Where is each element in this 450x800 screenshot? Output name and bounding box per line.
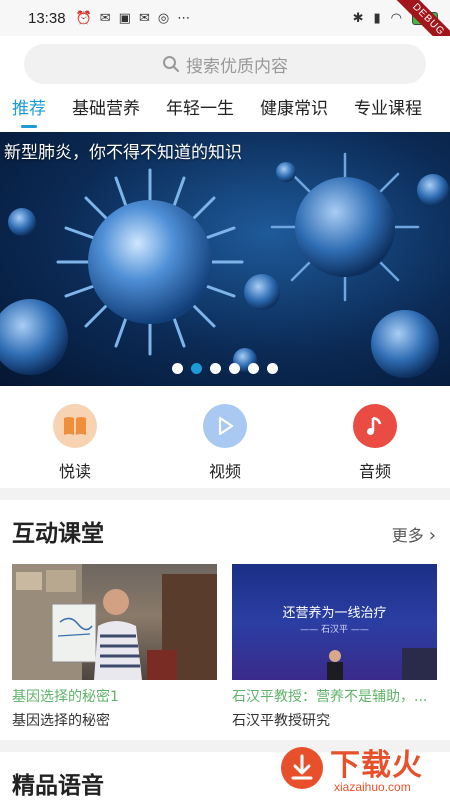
- category-tabs: 推荐 基础营养 年轻一生 健康常识 专业课程: [0, 92, 450, 132]
- section-header: 互动课堂 更多 ›: [0, 500, 450, 560]
- section-title: 精品语音: [12, 773, 104, 799]
- search-placeholder: 搜索优质内容: [186, 56, 288, 77]
- carousel-dot-active[interactable]: [191, 363, 202, 374]
- alarm-icon: ⏰: [75, 10, 92, 26]
- app-icon: ◎: [157, 10, 170, 26]
- tab-young-life[interactable]: 年轻一生: [166, 92, 234, 132]
- tab-basic-nutrition[interactable]: 基础营养: [72, 92, 140, 132]
- carousel-dot[interactable]: [267, 363, 278, 374]
- virus-illustration: [0, 152, 449, 378]
- quick-reading-button[interactable]: 悦读: [35, 404, 115, 482]
- quick-reading-label: 悦读: [58, 462, 91, 481]
- message-icon: ✉: [99, 10, 111, 26]
- notification-icons: ⏰ ✉ ▣ ✉ ◎ ⋯: [76, 11, 191, 26]
- status-time: 13:38: [28, 9, 66, 27]
- section-title: 互动课堂: [12, 521, 104, 547]
- tab-recommend[interactable]: 推荐: [12, 92, 46, 132]
- course-thumbnail: [12, 564, 217, 680]
- banner-carousel[interactable]: 新型肺炎，你不得不知道的知识: [0, 132, 450, 386]
- more-link[interactable]: 更多 ›: [392, 522, 436, 546]
- quick-video-button[interactable]: 视频: [185, 404, 265, 482]
- search-icon: [163, 56, 179, 72]
- watermark-logo: 下载火 xiazaihuo.com: [274, 740, 444, 798]
- carousel-dot[interactable]: [248, 363, 259, 374]
- course-card[interactable]: 还营养为一线治疗 —— 石汉平 —— 石汉平教授：营养不是辅助，... 石汉平教…: [232, 564, 437, 730]
- course-thumbnail: 还营养为一线治疗 —— 石汉平 ——: [232, 564, 437, 680]
- more-notifications-icon: ⋯: [177, 10, 191, 26]
- play-icon: [203, 404, 247, 448]
- download-icon: [281, 747, 323, 789]
- course-subtitle: 基因选择的秘密: [12, 713, 110, 729]
- more-label: 更多: [391, 526, 424, 545]
- tab-professional-courses[interactable]: 专业课程: [354, 92, 422, 132]
- wifi-icon: ◠: [390, 10, 402, 26]
- quick-video-label: 视频: [208, 462, 241, 481]
- chevron-right-icon: ›: [428, 525, 436, 546]
- carousel-dot[interactable]: [172, 363, 183, 374]
- course-title: 石汉平教授：营养不是辅助，...: [232, 689, 428, 705]
- music-note-icon: [353, 404, 397, 448]
- carousel-indicator: [0, 363, 450, 374]
- watermark-domain: xiazaihuo.com: [334, 780, 411, 794]
- banner-title: 新型肺炎，你不得不知道的知识: [4, 143, 242, 163]
- tab-health-knowledge[interactable]: 健康常识: [260, 92, 328, 132]
- interactive-class-section: 互动课堂 更多 › 基因选择的秘密1 基因选择的秘密 还营养为一线治疗 —— 石…: [0, 500, 450, 740]
- search-bar: 搜索优质内容: [0, 36, 450, 92]
- search-input[interactable]: 搜索优质内容: [24, 44, 426, 84]
- book-icon: [53, 404, 97, 448]
- carousel-dot[interactable]: [229, 363, 240, 374]
- watermark-brand: 下载火: [330, 748, 423, 783]
- quick-actions: 悦读 视频 音频: [0, 386, 450, 488]
- calendar-icon: ▣: [118, 10, 131, 26]
- quick-audio-button[interactable]: 音频: [335, 404, 415, 482]
- carousel-dot[interactable]: [210, 363, 221, 374]
- course-card[interactable]: 基因选择的秘密1 基因选择的秘密: [12, 564, 217, 730]
- bluetooth-icon: ✱: [352, 10, 364, 26]
- signal-icon: ▮: [373, 10, 381, 26]
- chat-icon: ✉: [138, 10, 150, 26]
- course-subtitle: 石汉平教授研究: [232, 713, 330, 729]
- status-bar: 13:38 ⏰ ✉ ▣ ✉ ◎ ⋯ ✱ ▮ ◠ 57 DEBUG: [0, 0, 450, 62]
- quick-audio-label: 音频: [358, 462, 391, 481]
- course-title: 基因选择的秘密1: [12, 689, 119, 705]
